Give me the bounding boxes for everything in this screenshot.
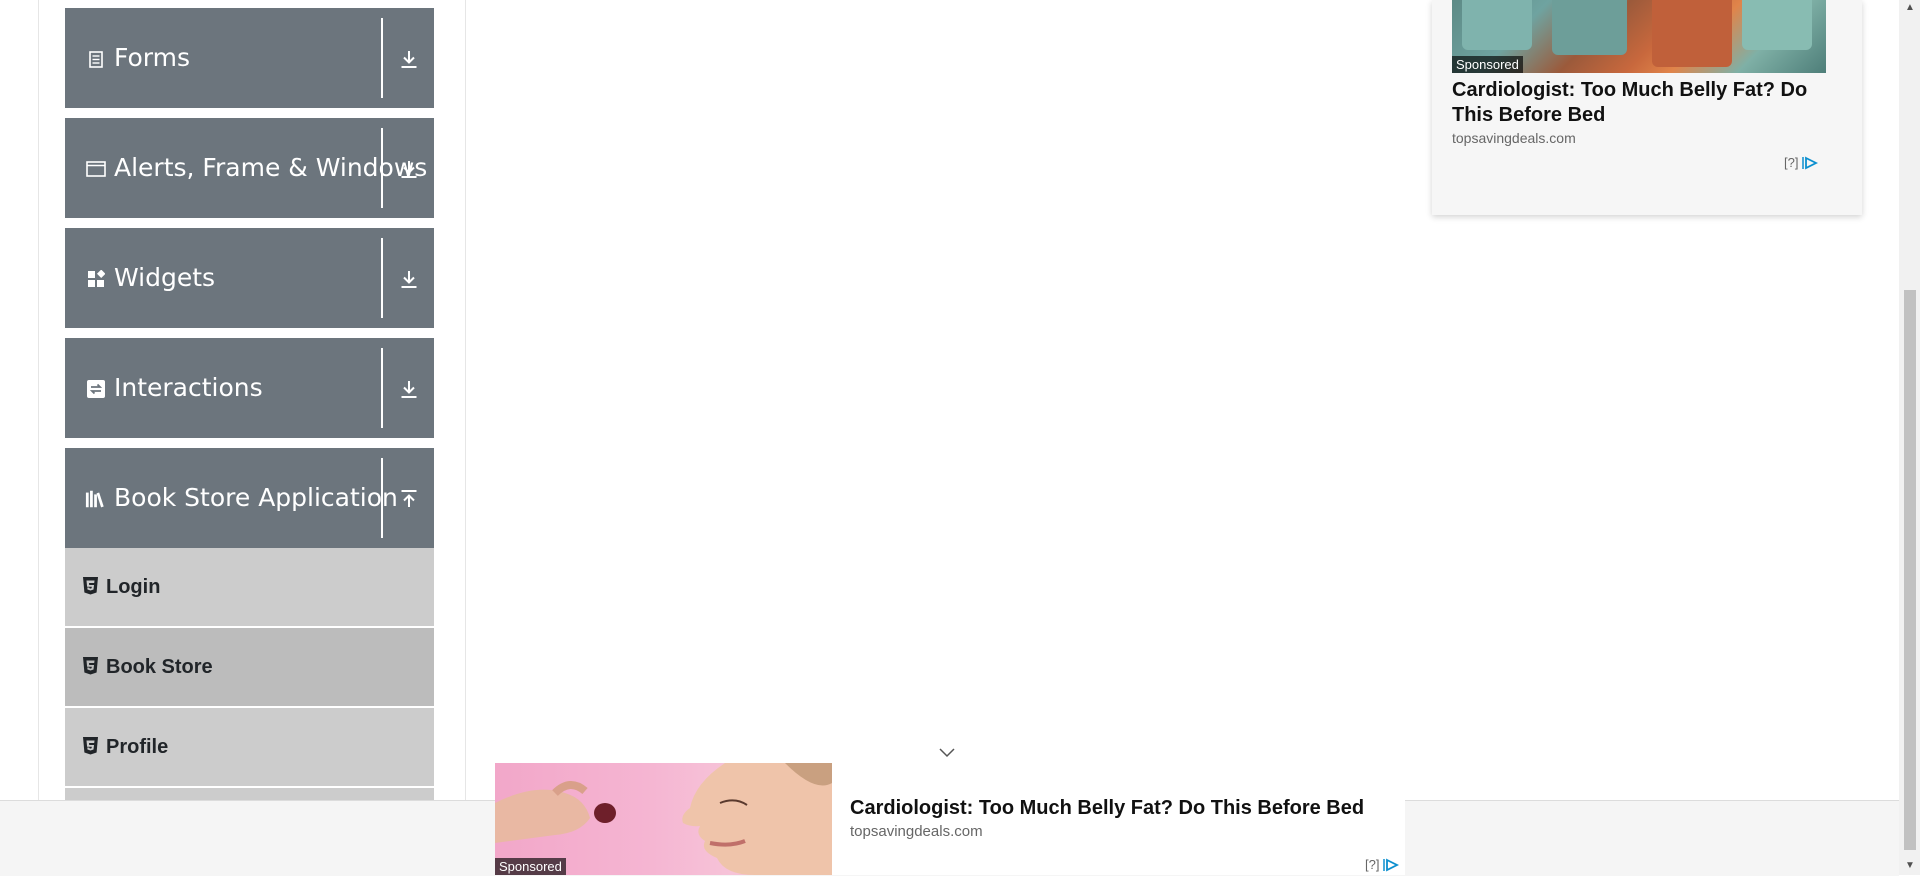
expand-arrow-icon[interactable] — [397, 156, 421, 182]
ad-domain[interactable]: topsavingdeals.com — [1452, 130, 1576, 146]
divider — [381, 348, 383, 428]
ad-info-link[interactable]: [?] — [1365, 857, 1379, 872]
group-title: Book Store Application — [114, 483, 398, 512]
adchoices-badge[interactable]: [?] — [1784, 155, 1819, 170]
scroll-thumb[interactable] — [1904, 290, 1916, 850]
group-header-alerts-frame-windows[interactable]: Alerts, Frame & Windows — [65, 118, 434, 218]
group-title: Interactions — [114, 373, 263, 402]
gummy-shape — [1552, 0, 1627, 55]
divider — [381, 458, 383, 538]
divider — [381, 18, 383, 98]
group-header-widgets[interactable]: Widgets — [65, 228, 434, 328]
document-icon — [85, 49, 107, 69]
scroll-up-arrow-icon[interactable]: ▲ — [1904, 2, 1916, 14]
sponsored-label: Sponsored — [495, 858, 566, 875]
menu-item-profile[interactable]: Profile — [65, 708, 434, 786]
html5-icon — [83, 737, 98, 755]
ad-title[interactable]: Cardiologist: Too Much Belly Fat? Do Thi… — [850, 797, 1364, 820]
ad-info-link[interactable]: [?] — [1784, 155, 1798, 170]
adchoices-badge[interactable]: [?] — [1365, 857, 1400, 872]
gummy-shape — [1462, 0, 1532, 50]
collapse-arrow-icon[interactable] — [397, 486, 421, 512]
group-header-interactions[interactable]: Interactions — [65, 338, 434, 438]
ad-image[interactable]: Sponsored — [1452, 0, 1826, 73]
menu-item-label: Profile — [106, 736, 169, 758]
group-title: Widgets — [114, 263, 216, 292]
books-icon — [85, 489, 107, 509]
expand-arrow-icon[interactable] — [397, 376, 421, 402]
chevron-down-icon[interactable] — [937, 744, 957, 760]
menu-item-label: Login — [106, 576, 161, 598]
menu-item-book-store[interactable]: Book Store — [65, 628, 434, 706]
html5-icon — [83, 577, 98, 595]
ad-title[interactable]: Cardiologist: Too Much Belly Fat? Do Thi… — [1452, 78, 1832, 128]
ad-domain[interactable]: topsavingdeals.com — [850, 823, 983, 840]
group-header-book-store-application[interactable]: Book Store Application — [65, 448, 434, 548]
interactions-icon — [85, 379, 107, 399]
ad-image[interactable]: Sponsored — [495, 763, 832, 875]
window-icon — [85, 159, 107, 179]
menu-item-label: Book Store — [106, 656, 213, 678]
scroll-down-arrow-icon[interactable]: ▼ — [1904, 860, 1916, 872]
expand-arrow-icon[interactable] — [397, 266, 421, 292]
group-title: Forms — [114, 43, 191, 72]
gummy-shape — [1652, 0, 1732, 67]
adchoices-icon — [1383, 858, 1400, 871]
html5-icon — [83, 657, 98, 675]
widgets-icon — [85, 269, 107, 289]
menu-item-login[interactable]: Login — [65, 548, 434, 626]
adchoices-icon — [1802, 156, 1819, 169]
sponsored-label: Sponsored — [1452, 56, 1523, 73]
group-header-forms[interactable]: Forms — [65, 8, 434, 108]
divider — [381, 128, 383, 208]
sponsored-ad-bottom[interactable]: Sponsored Cardiologist: Too Much Belly F… — [495, 763, 1405, 875]
expand-arrow-icon[interactable] — [397, 46, 421, 72]
gummy-shape — [1742, 0, 1812, 50]
sponsored-ad-right[interactable]: Sponsored Cardiologist: Too Much Belly F… — [1432, 0, 1862, 215]
divider — [381, 238, 383, 318]
page-scrollbar[interactable]: ▲ ▼ — [1899, 0, 1920, 875]
